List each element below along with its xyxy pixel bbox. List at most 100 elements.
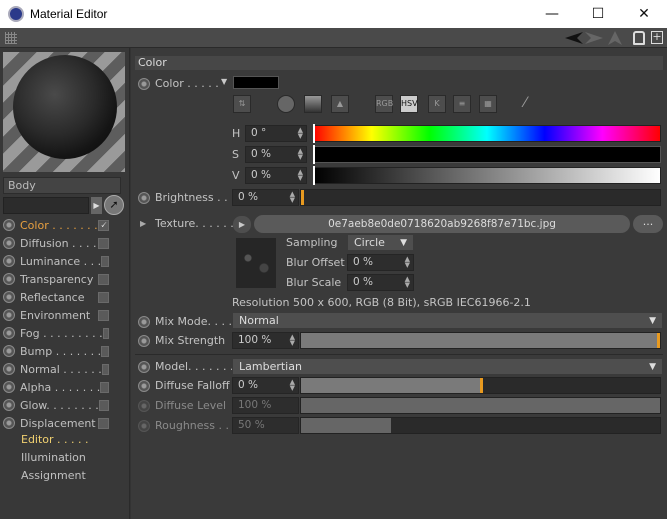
channel-reflectance[interactable]: Reflectance: [3, 288, 125, 306]
channel-anim-radio[interactable]: [3, 381, 15, 393]
value-gradient-slider[interactable]: [313, 167, 661, 184]
channel-anim-radio[interactable]: [3, 237, 15, 249]
channel-transparency[interactable]: Transparency: [3, 270, 125, 288]
channel-checkbox[interactable]: [102, 327, 109, 339]
model-dropdown[interactable]: Lambertian ▼: [232, 358, 663, 375]
texture-expand-icon[interactable]: ▶: [140, 219, 146, 228]
mix-strength-field[interactable]: 100 % ▲ ▼: [232, 332, 299, 349]
up-arrow-icon[interactable]: [608, 31, 622, 45]
mix-mode-dropdown[interactable]: Normal ▼: [232, 312, 663, 329]
channel-checkbox[interactable]: [98, 237, 109, 249]
hue-gradient-slider[interactable]: [313, 125, 661, 142]
channel-glow[interactable]: Glow. . . . . . . .: [3, 396, 125, 414]
sidebar-item-editor[interactable]: Editor . . . . .: [21, 433, 89, 451]
saturation-handle[interactable]: [313, 145, 315, 164]
channel-anim-radio[interactable]: [3, 363, 15, 375]
channel-anim-radio[interactable]: [3, 309, 15, 321]
texture-more-button[interactable]: ...: [633, 215, 663, 233]
channel-alpha[interactable]: Alpha . . . . . . .: [3, 378, 125, 396]
pointer-icon[interactable]: ➚: [104, 195, 124, 215]
channel-environment[interactable]: Environment: [3, 306, 125, 324]
image-mode-icon[interactable]: ▲: [331, 95, 349, 113]
channel-normal[interactable]: Normal . . . . . .: [3, 360, 125, 378]
brightness-slider[interactable]: [300, 189, 661, 206]
hsv-mode-button[interactable]: HSV: [400, 95, 418, 113]
back-arrow-icon[interactable]: [565, 32, 583, 44]
hue-handle[interactable]: [313, 124, 315, 143]
channel-checkbox[interactable]: [98, 273, 109, 285]
preview-sphere: [13, 55, 117, 159]
kelvin-mode-button[interactable]: K: [428, 95, 446, 113]
channel-checkbox[interactable]: [101, 345, 109, 357]
channel-anim-radio[interactable]: [3, 417, 15, 429]
roughness-value: 50 %: [238, 419, 265, 431]
sidebar-item-illumination[interactable]: Illumination: [21, 451, 86, 469]
color-dropdown-icon[interactable]: ▼: [221, 77, 227, 86]
channel-checkbox[interactable]: [98, 399, 109, 411]
texture-arrow-button[interactable]: ▶: [233, 216, 251, 233]
channel-fog[interactable]: Fog . . . . . . . . .: [3, 324, 125, 342]
hue-field[interactable]: 0 ° ▲ ▼: [245, 125, 307, 142]
brightness-anim-radio[interactable]: [138, 192, 150, 204]
lock-icon[interactable]: [633, 31, 645, 45]
diffuse-falloff-field[interactable]: 0 % ▲ ▼: [232, 377, 299, 394]
value-handle[interactable]: [313, 166, 315, 185]
channel-anim-radio[interactable]: [3, 273, 15, 285]
channel-anim-radio[interactable]: [3, 345, 15, 357]
channel-luminance[interactable]: Luminance . . .: [3, 252, 125, 270]
channel-checkbox[interactable]: [98, 417, 109, 429]
value-field[interactable]: 0 % ▲ ▼: [245, 167, 307, 184]
channel-displacement[interactable]: Displacement: [3, 414, 125, 432]
saturation-gradient-slider[interactable]: [313, 146, 661, 163]
channel-anim-radio[interactable]: [3, 399, 15, 411]
channel-checkbox[interactable]: 🗸: [98, 219, 109, 231]
material-preview[interactable]: [3, 52, 125, 172]
channel-diffusion[interactable]: Diffusion . . . .: [3, 234, 125, 252]
channel-anim-radio[interactable]: [3, 219, 15, 231]
channel-color[interactable]: Color . . . . . . . 🗸: [3, 216, 125, 234]
maximize-button[interactable]: ☐: [575, 0, 621, 28]
color-anim-radio[interactable]: [138, 78, 150, 90]
channel-checkbox[interactable]: [98, 309, 109, 321]
close-button[interactable]: ✕: [621, 0, 667, 28]
new-panel-icon[interactable]: +: [651, 31, 663, 44]
sampling-dropdown[interactable]: Circle ▼: [347, 234, 414, 251]
diffuse-falloff-slider[interactable]: [300, 377, 661, 394]
search-arrow-icon[interactable]: ▶: [91, 197, 102, 214]
brightness-value: 0 %: [238, 191, 258, 203]
channel-anim-radio[interactable]: [3, 255, 15, 267]
channel-checkbox[interactable]: [100, 381, 109, 393]
blur-scale-field[interactable]: 0 % ▲ ▼: [347, 274, 414, 291]
mix-mode-anim-radio[interactable]: [138, 316, 150, 328]
spectrum-mode-icon[interactable]: [277, 95, 295, 113]
minimize-button[interactable]: —: [529, 0, 575, 28]
mix-strength-slider[interactable]: [300, 332, 661, 349]
eyedropper-icon[interactable]: ⁄: [524, 95, 526, 111]
saturation-field[interactable]: 0 % ▲ ▼: [245, 146, 307, 163]
mix-strength-anim-radio[interactable]: [138, 335, 150, 347]
channel-checkbox[interactable]: [101, 363, 109, 375]
texture-thumbnail[interactable]: [236, 238, 276, 288]
model-anim-radio[interactable]: [138, 361, 150, 373]
color-swatch[interactable]: [233, 76, 279, 89]
diffuse-falloff-fill: [301, 378, 481, 393]
sidebar-item-assignment[interactable]: Assignment: [21, 469, 86, 487]
texture-filename-button[interactable]: 0e7aeb8e0de0718620ab9268f87e71bc.jpg: [254, 215, 630, 233]
diffuse-falloff-anim-radio[interactable]: [138, 380, 150, 392]
wheel-mode-icon[interactable]: ⇅: [233, 95, 251, 113]
material-name-field[interactable]: Body: [3, 177, 121, 194]
brightness-field[interactable]: 0 % ▲ ▼: [232, 189, 299, 206]
channel-search-field[interactable]: [3, 197, 89, 214]
channel-bump[interactable]: Bump . . . . . . .: [3, 342, 125, 360]
mixer-mode-icon[interactable]: ≡: [453, 95, 471, 113]
blur-offset-field[interactable]: 0 % ▲ ▼: [347, 254, 414, 271]
forward-arrow-icon[interactable]: [585, 32, 603, 44]
rgb-mode-button[interactable]: RGB: [375, 95, 393, 113]
channel-anim-radio[interactable]: [3, 327, 15, 339]
channel-checkbox[interactable]: [98, 291, 109, 303]
channel-checkbox[interactable]: [101, 255, 109, 267]
grip-icon[interactable]: [5, 32, 17, 44]
picture-mode-icon[interactable]: [304, 95, 322, 113]
channel-anim-radio[interactable]: [3, 291, 15, 303]
swatches-mode-icon[interactable]: ▦: [479, 95, 497, 113]
